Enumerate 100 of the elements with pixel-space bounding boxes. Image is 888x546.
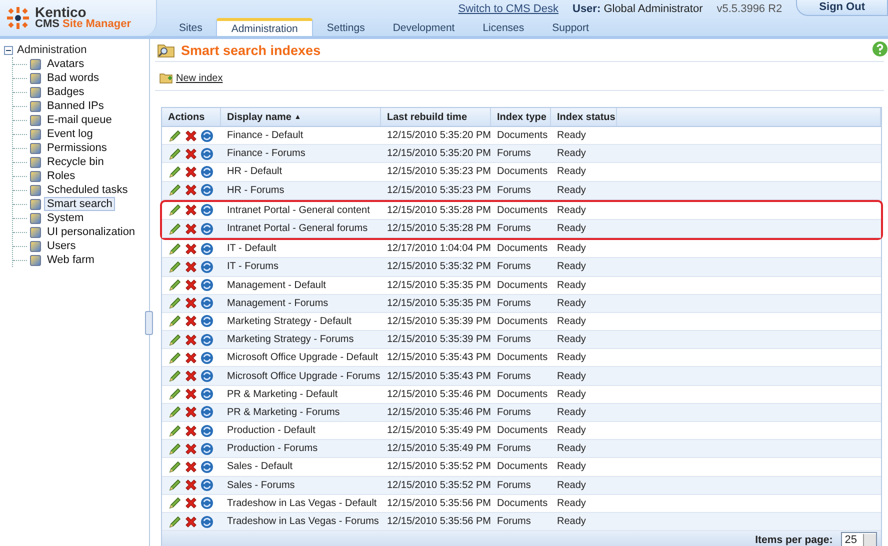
- delete-icon[interactable]: [184, 146, 198, 161]
- pencil-icon[interactable]: [168, 424, 182, 438]
- pencil-icon[interactable]: [168, 350, 182, 365]
- refresh-icon[interactable]: [200, 350, 214, 365]
- pencil-icon[interactable]: [168, 442, 182, 456]
- column-header[interactable]: Last rebuild time: [381, 108, 491, 126]
- collapse-handle[interactable]: [145, 311, 153, 335]
- refresh-icon[interactable]: [200, 424, 214, 438]
- nav-tab[interactable]: Licenses: [468, 20, 538, 36]
- page-size-select[interactable]: 25: [840, 532, 877, 546]
- refresh-icon[interactable]: [200, 260, 214, 274]
- refresh-icon[interactable]: [200, 242, 214, 256]
- delete-icon[interactable]: [184, 387, 198, 402]
- pencil-icon[interactable]: [168, 387, 182, 402]
- delete-icon[interactable]: [184, 496, 198, 510]
- tree-item[interactable]: Scheduled tasks: [44, 183, 131, 197]
- tree-item[interactable]: Users: [44, 239, 79, 253]
- refresh-icon[interactable]: [200, 128, 214, 143]
- refresh-icon[interactable]: [200, 332, 214, 347]
- delete-icon[interactable]: [184, 260, 198, 274]
- pencil-icon[interactable]: [168, 278, 182, 292]
- help-icon[interactable]: [872, 41, 888, 57]
- delete-icon[interactable]: [184, 128, 198, 143]
- delete-icon[interactable]: [184, 405, 198, 420]
- pencil-icon[interactable]: [168, 314, 182, 328]
- delete-icon[interactable]: [184, 514, 198, 529]
- refresh-icon[interactable]: [200, 460, 214, 474]
- tree-item[interactable]: Permissions: [44, 141, 110, 155]
- refresh-icon[interactable]: [200, 496, 214, 510]
- refresh-icon[interactable]: [200, 146, 214, 161]
- sign-out-button[interactable]: Sign Out: [796, 0, 888, 16]
- delete-icon[interactable]: [184, 314, 198, 328]
- refresh-icon[interactable]: [200, 164, 214, 179]
- delete-icon[interactable]: [184, 278, 198, 292]
- column-header[interactable]: Index status: [551, 108, 617, 126]
- refresh-icon[interactable]: [200, 442, 214, 456]
- pencil-icon[interactable]: [168, 369, 182, 384]
- pencil-icon[interactable]: [168, 460, 182, 474]
- pencil-icon[interactable]: [168, 164, 182, 179]
- delete-icon[interactable]: [184, 442, 198, 456]
- pencil-icon[interactable]: [168, 332, 182, 347]
- delete-icon[interactable]: [184, 183, 198, 198]
- tree-item[interactable]: Web farm: [44, 253, 98, 267]
- pencil-icon[interactable]: [168, 183, 182, 198]
- delete-icon[interactable]: [184, 296, 198, 310]
- collapse-icon[interactable]: [4, 46, 13, 54]
- tree-item[interactable]: Banned IPs: [44, 99, 107, 113]
- pencil-icon[interactable]: [168, 496, 182, 510]
- tree-item[interactable]: Recycle bin: [44, 155, 107, 169]
- pencil-icon[interactable]: [168, 405, 182, 420]
- delete-icon[interactable]: [184, 242, 198, 256]
- tree-item[interactable]: Event log: [44, 127, 96, 141]
- tree-root[interactable]: Administration: [17, 44, 87, 56]
- nav-tab[interactable]: Development: [378, 20, 469, 36]
- refresh-icon[interactable]: [200, 387, 214, 402]
- nav-tab[interactable]: Administration: [216, 18, 313, 36]
- refresh-icon[interactable]: [200, 222, 214, 236]
- pencil-icon[interactable]: [168, 203, 182, 218]
- pencil-icon[interactable]: [168, 514, 182, 529]
- delete-icon[interactable]: [184, 350, 198, 365]
- refresh-icon[interactable]: [200, 296, 214, 310]
- tree-item[interactable]: System: [44, 211, 87, 225]
- pencil-icon[interactable]: [168, 222, 182, 236]
- pencil-icon[interactable]: [168, 478, 182, 492]
- tree-item[interactable]: E-mail queue: [44, 113, 115, 127]
- refresh-icon[interactable]: [200, 478, 214, 492]
- pencil-icon[interactable]: [168, 242, 182, 256]
- nav-tab[interactable]: Sites: [165, 20, 216, 36]
- nav-tab[interactable]: Settings: [312, 20, 379, 36]
- tree-item[interactable]: Roles: [44, 169, 78, 183]
- refresh-icon[interactable]: [200, 183, 214, 198]
- delete-icon[interactable]: [184, 222, 198, 236]
- refresh-icon[interactable]: [200, 405, 214, 420]
- add-folder-icon[interactable]: [159, 72, 173, 84]
- refresh-icon[interactable]: [200, 369, 214, 384]
- refresh-icon[interactable]: [200, 514, 214, 529]
- tree-item[interactable]: Badges: [44, 85, 88, 99]
- delete-icon[interactable]: [184, 164, 198, 179]
- delete-icon[interactable]: [184, 369, 198, 384]
- pencil-icon[interactable]: [168, 296, 182, 310]
- delete-icon[interactable]: [184, 332, 198, 347]
- tree-item[interactable]: Smart search: [44, 197, 116, 211]
- pencil-icon[interactable]: [168, 146, 182, 161]
- tree-item[interactable]: Bad words: [44, 71, 102, 85]
- pencil-icon[interactable]: [168, 260, 182, 274]
- refresh-icon[interactable]: [200, 203, 214, 218]
- switch-link[interactable]: Switch to CMS Desk: [458, 3, 558, 15]
- pencil-icon[interactable]: [168, 128, 182, 143]
- delete-icon[interactable]: [184, 460, 198, 474]
- column-header[interactable]: Index type: [491, 108, 551, 126]
- nav-tab[interactable]: Support: [538, 20, 603, 36]
- tree-item[interactable]: UI personalization: [44, 225, 138, 239]
- delete-icon[interactable]: [184, 424, 198, 438]
- refresh-icon[interactable]: [200, 278, 214, 292]
- tree-item[interactable]: Avatars: [44, 57, 88, 71]
- new-index-link[interactable]: New index: [176, 72, 223, 84]
- refresh-icon[interactable]: [200, 314, 214, 328]
- delete-icon[interactable]: [184, 203, 198, 218]
- delete-icon[interactable]: [184, 478, 198, 492]
- column-header[interactable]: Actions: [162, 108, 221, 126]
